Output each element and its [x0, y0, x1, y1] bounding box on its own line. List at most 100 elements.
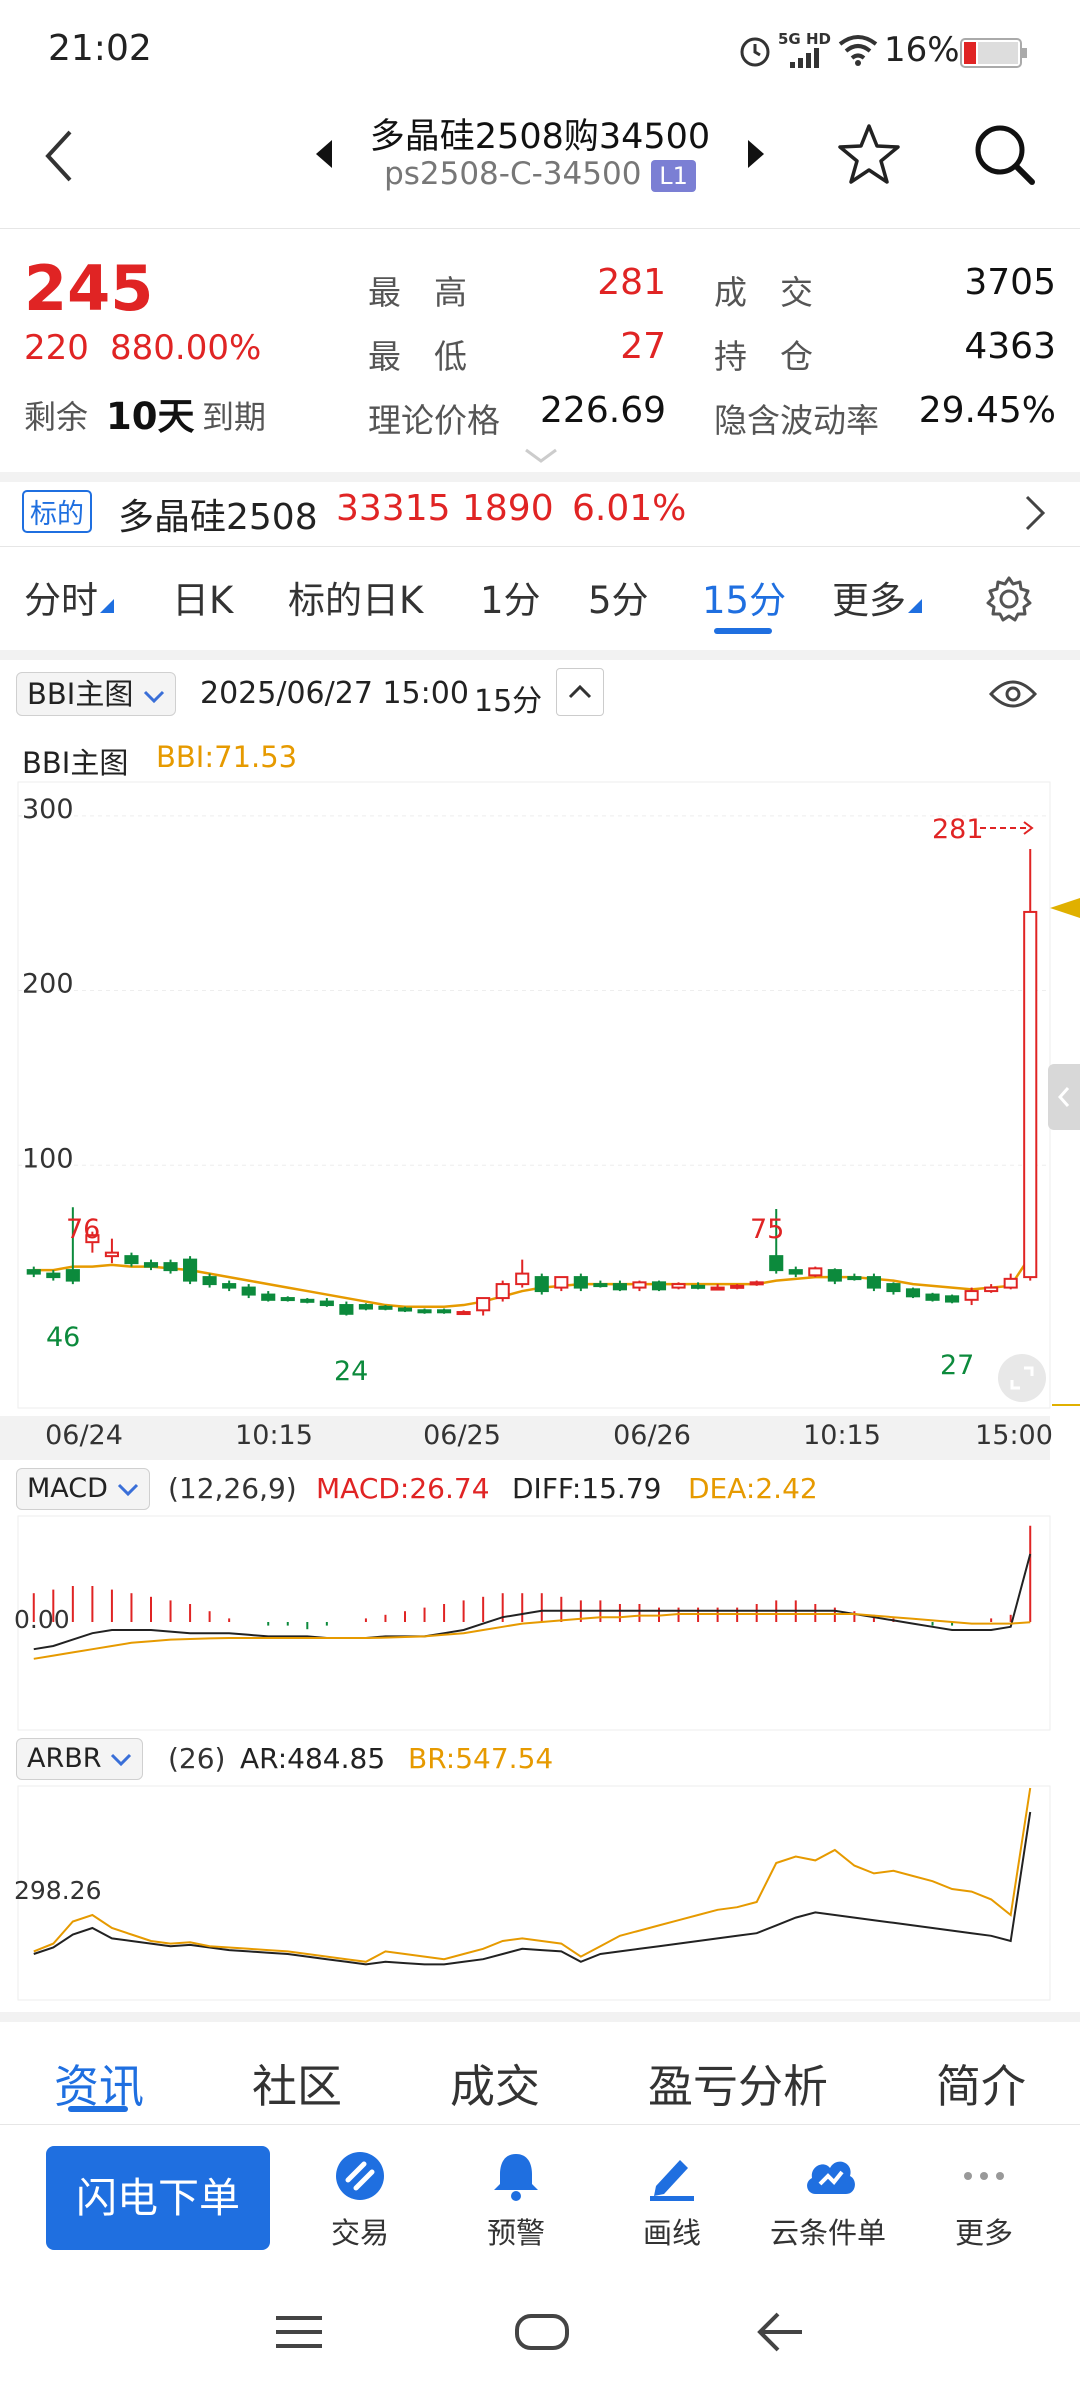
candle-body: [143, 1262, 159, 1268]
diff-value: DIFF:15.79: [512, 1472, 662, 1505]
theory-price-label: 理论价格: [368, 401, 500, 440]
macd-params: (12,26,9): [168, 1472, 297, 1505]
dea-value: DEA:2.42: [688, 1472, 818, 1505]
macd-selector[interactable]: MACD: [16, 1468, 150, 1510]
nav-back-icon[interactable]: [756, 2310, 806, 2358]
candle-body: [397, 1307, 413, 1312]
alert-button[interactable]: 预警: [446, 2150, 586, 2252]
cloud-order-button[interactable]: 云条件单: [758, 2150, 898, 2252]
trade-button[interactable]: 交易: [290, 2150, 430, 2252]
tab-1min[interactable]: 1分: [480, 570, 541, 624]
open-interest-label: 持 仓: [714, 337, 813, 376]
signal-icon: [790, 48, 824, 72]
search-icon[interactable]: [972, 122, 1038, 192]
tab-label: 分时: [24, 579, 98, 622]
low-annotation: 27: [940, 1350, 974, 1381]
side-drawer-handle[interactable]: [1048, 1064, 1080, 1130]
nav-home-icon[interactable]: [514, 2312, 570, 2356]
battery-icon: [960, 38, 1028, 72]
candle-body: [339, 1304, 354, 1315]
chart-datetime: 2025/06/27 15:00: [200, 676, 469, 711]
tab-15min[interactable]: 15分: [702, 570, 786, 624]
price-pointer-icon: [1050, 898, 1080, 918]
low-annotation: 24: [334, 1356, 368, 1387]
expand-chevron-icon[interactable]: [524, 448, 558, 468]
candle-body: [573, 1276, 588, 1289]
tab-profile[interactable]: 简介: [936, 2050, 1026, 2115]
chevron-left-icon: [1057, 1087, 1070, 1107]
theory-price-value: 226.69: [540, 390, 666, 431]
candle-body: [808, 1267, 823, 1277]
expiry-label: 到期: [202, 398, 267, 436]
prev-contract-button[interactable]: [314, 140, 334, 172]
active-tab-indicator: [714, 628, 772, 634]
tab-timeshare[interactable]: 分时: [24, 570, 114, 624]
underlying-row[interactable]: 标的 多晶硅2508 33315 1890 6.01%: [0, 484, 1080, 542]
candle-body: [378, 1305, 393, 1310]
collapse-button[interactable]: [556, 668, 604, 716]
back-button[interactable]: [40, 128, 80, 188]
dropdown-triangle-icon: [100, 599, 114, 613]
indicator-selector[interactable]: BBI主图: [16, 672, 176, 716]
tab-community[interactable]: 社区: [252, 2050, 342, 2115]
volume-value: 3705: [964, 262, 1056, 303]
macd-value: MACD:26.74: [316, 1472, 490, 1505]
implied-vol-value: 29.45%: [918, 390, 1056, 431]
draw-button[interactable]: 画线: [602, 2150, 742, 2252]
candle-body: [827, 1269, 842, 1282]
candlestick-chart[interactable]: 300 200 100 281 76 75 46 24 27 06/24 10:15 0…: [0, 780, 1080, 1460]
flash-order-button[interactable]: 闪电下单: [46, 2146, 270, 2250]
candle-body: [319, 1300, 334, 1307]
zoom-button[interactable]: [998, 1354, 1046, 1402]
more-dots-icon: [958, 2150, 1010, 2202]
ar-value: AR:484.85: [240, 1742, 386, 1775]
tab-pnl-analysis[interactable]: 盈亏分析: [648, 2050, 828, 2115]
alarm-icon: [738, 34, 772, 72]
settings-gear-icon[interactable]: [984, 574, 1034, 628]
chevron-down-icon: [117, 1483, 138, 1497]
candle-body: [769, 1255, 784, 1272]
candle-body: [65, 1269, 80, 1282]
chevron-down-icon: [143, 690, 164, 704]
candle-body: [124, 1255, 139, 1265]
bell-icon: [490, 2150, 542, 2202]
candle-body: [905, 1288, 921, 1298]
open-interest-value: 4363: [964, 326, 1056, 367]
tab-more[interactable]: 更多: [832, 570, 922, 624]
candle-body: [710, 1286, 725, 1291]
tab-trades[interactable]: 成交: [450, 2050, 540, 2115]
arbr-chart[interactable]: 298.26: [0, 1784, 1080, 2002]
indicator-label: BBI主图: [27, 677, 134, 711]
favorite-star-icon[interactable]: [836, 122, 902, 190]
chevron-down-icon: [111, 1753, 132, 1767]
x-tick-label: 06/26: [613, 1420, 691, 1451]
price-change-pct: 880.00%: [110, 328, 262, 368]
candle-body: [691, 1284, 706, 1289]
candle-body: [26, 1269, 41, 1275]
next-contract-button[interactable]: [746, 140, 766, 172]
y-tick-label: 100: [22, 1143, 74, 1174]
candle-body: [495, 1283, 510, 1300]
candle-body: [241, 1286, 256, 1296]
candle-body: [515, 1272, 530, 1286]
tab-underlying-daily-k[interactable]: 标的日K: [288, 570, 423, 624]
news-tab-indicator: [68, 2106, 128, 2112]
nav-menu-icon[interactable]: [274, 2312, 324, 2356]
candle-body: [104, 1251, 119, 1258]
x-axis-bar: [0, 1416, 1050, 1460]
chevron-right-icon: [1024, 494, 1046, 536]
macd-chart[interactable]: 0.00: [0, 1514, 1080, 1732]
arbr-selector[interactable]: ARBR: [16, 1738, 144, 1780]
remaining-days: 10天: [106, 395, 195, 438]
more-button[interactable]: 更多: [914, 2150, 1054, 2252]
eye-icon[interactable]: [988, 676, 1038, 716]
tab-daily-k[interactable]: 日K: [172, 570, 233, 624]
underlying-change-pct: 6.01%: [572, 488, 687, 529]
dropdown-triangle-icon: [908, 599, 922, 613]
tab-5min[interactable]: 5分: [588, 570, 649, 624]
tab-label: 社区: [252, 2060, 343, 2113]
level-badge: L1: [651, 159, 696, 192]
candle-body: [749, 1281, 764, 1286]
peak-annotation: 75: [750, 1214, 784, 1245]
tab-label: 简介: [936, 2060, 1027, 2113]
